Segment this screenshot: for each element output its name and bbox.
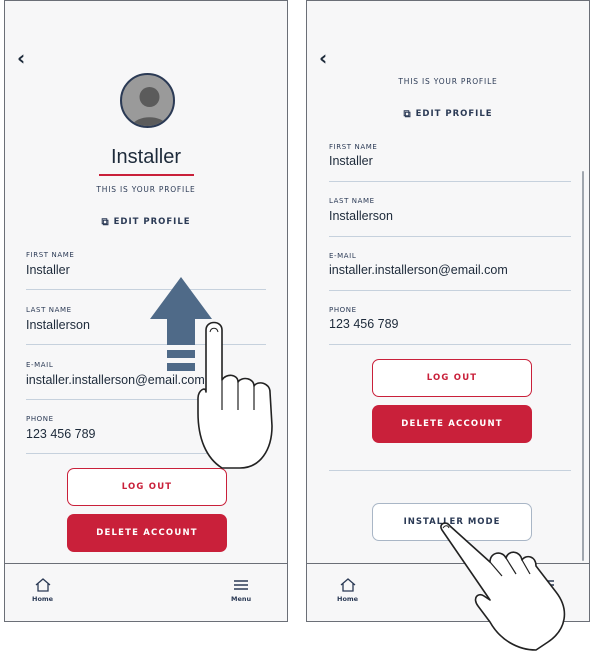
edit-profile-label: EDIT PROFILE xyxy=(113,217,191,227)
last-name-label: LAST NAME xyxy=(26,306,72,314)
email-value[interactable]: installer.installerson@email.com xyxy=(26,373,205,387)
tab-menu[interactable]: Menu xyxy=(231,578,251,603)
divider xyxy=(26,289,266,290)
phone-label: PHONE xyxy=(329,306,357,314)
phone-label: PHONE xyxy=(26,415,54,423)
home-icon xyxy=(35,578,50,592)
delete-account-button[interactable]: DELETE ACCOUNT xyxy=(67,514,227,552)
first-name-value[interactable]: Installer xyxy=(26,263,70,277)
profile-screen-left: ‹ Installer THIS IS YOUR PROFILE ⧉ EDIT P… xyxy=(4,0,288,622)
email-label: E-MAIL xyxy=(329,252,357,260)
first-name-label: FIRST NAME xyxy=(329,143,378,151)
scrollbar[interactable] xyxy=(582,171,584,561)
last-name-value[interactable]: Installerson xyxy=(26,318,90,332)
tab-menu[interactable] xyxy=(539,578,555,595)
menu-icon xyxy=(540,580,554,590)
bottom-tab-bar: Home xyxy=(307,563,589,621)
email-label: E-MAIL xyxy=(26,361,54,369)
divider xyxy=(329,181,571,182)
phone-value[interactable]: 123 456 789 xyxy=(329,317,399,331)
avatar xyxy=(120,73,175,128)
profile-subtitle: THIS IS YOUR PROFILE xyxy=(96,185,196,194)
tab-home[interactable]: Home xyxy=(32,578,53,603)
link-icon: ⧉ xyxy=(403,109,412,120)
link-icon: ⧉ xyxy=(101,217,110,228)
profile-subtitle: THIS IS YOUR PROFILE xyxy=(398,77,498,86)
last-name-value[interactable]: Installerson xyxy=(329,209,393,223)
last-name-label: LAST NAME xyxy=(329,197,375,205)
edit-profile-link[interactable]: ⧉ EDIT PROFILE xyxy=(307,109,589,120)
back-chevron-icon[interactable]: ‹ xyxy=(319,48,327,68)
name-underline xyxy=(99,174,194,176)
tab-home-label: Home xyxy=(32,595,54,603)
logout-button[interactable]: LOG OUT xyxy=(372,359,532,397)
tab-home-label: Home xyxy=(337,595,359,603)
divider xyxy=(329,344,571,345)
edit-profile-link[interactable]: ⧉ EDIT PROFILE xyxy=(5,217,287,228)
tab-home[interactable]: Home xyxy=(337,578,358,603)
divider xyxy=(26,344,266,345)
email-value[interactable]: installer.installerson@email.com xyxy=(329,263,508,277)
first-name-value[interactable]: Installer xyxy=(329,154,373,168)
menu-icon xyxy=(234,580,249,590)
divider xyxy=(26,453,266,454)
delete-account-button[interactable]: DELETE ACCOUNT xyxy=(372,405,532,443)
back-chevron-icon[interactable]: ‹ xyxy=(17,48,25,68)
profile-name: Installer xyxy=(110,146,182,168)
phone-value[interactable]: 123 456 789 xyxy=(26,427,96,441)
divider xyxy=(329,470,571,471)
bottom-tab-bar: Home Menu xyxy=(5,563,287,621)
logout-button[interactable]: LOG OUT xyxy=(67,468,227,506)
divider xyxy=(26,399,266,400)
home-icon xyxy=(340,578,355,592)
first-name-label: FIRST NAME xyxy=(26,251,75,259)
profile-screen-right: ‹ THIS IS YOUR PROFILE ⧉ EDIT PROFILE FIR… xyxy=(306,0,590,622)
divider xyxy=(329,236,571,237)
edit-profile-label: EDIT PROFILE xyxy=(415,109,493,119)
installer-mode-button[interactable]: INSTALLER MODE xyxy=(372,503,532,541)
divider xyxy=(329,290,571,291)
tab-menu-label: Menu xyxy=(231,595,252,603)
